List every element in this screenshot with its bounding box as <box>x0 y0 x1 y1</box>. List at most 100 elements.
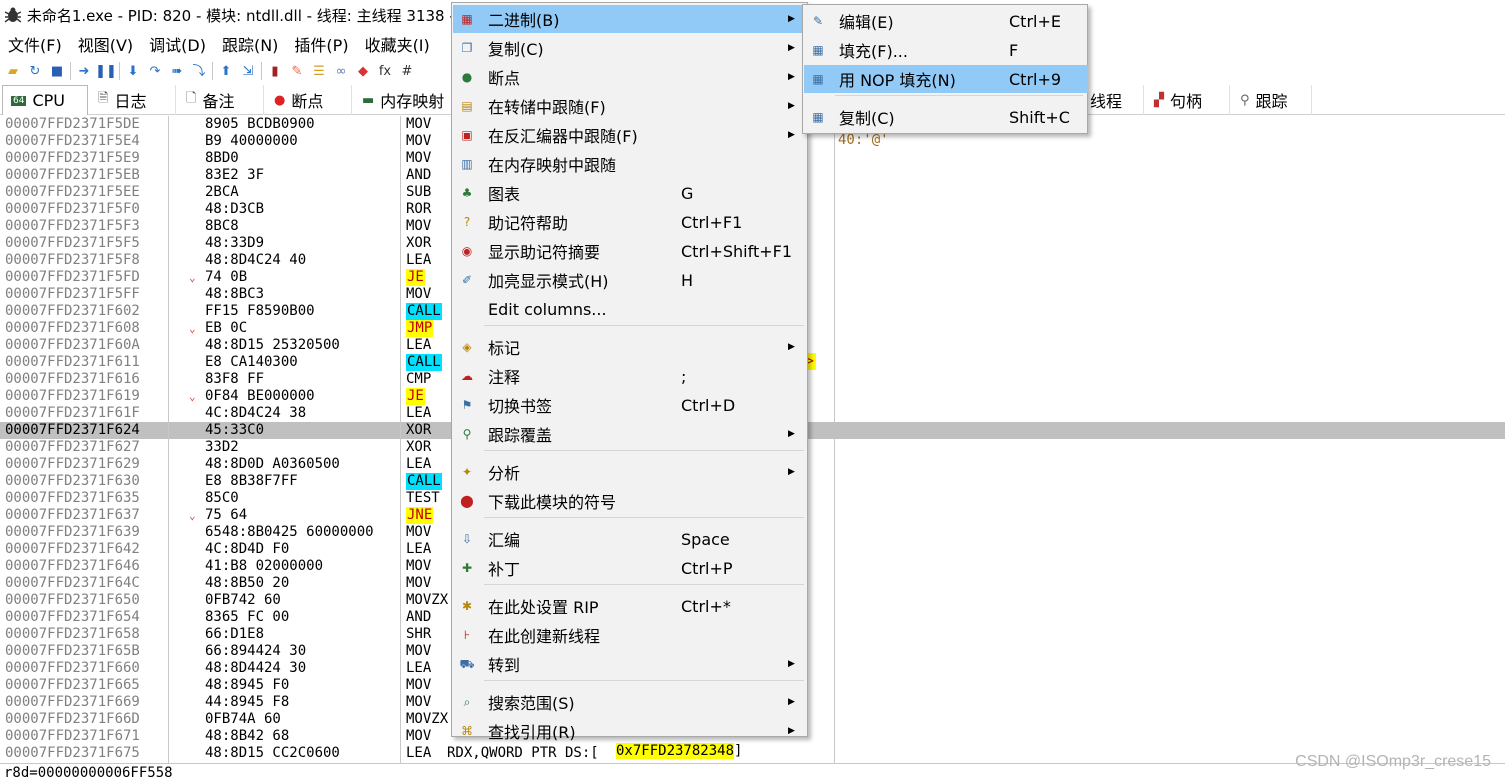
menu-item-21[interactable]: ⛟ 转到 ▶ <box>453 650 808 678</box>
bytes-cell: 41:B8 02000000 <box>205 558 324 574</box>
mnemonic-cell: MOV <box>406 575 432 591</box>
address-cell: 00007FFD2371F642 <box>5 541 140 557</box>
step-into-icon[interactable]: ⬇ <box>124 62 142 80</box>
menu-view[interactable]: 视图(V) <box>70 32 141 56</box>
bytes-cell: 4C:8D4D F0 <box>205 541 290 557</box>
tab-notes[interactable]: 🗋 备注 <box>178 85 264 115</box>
address-cell: 00007FFD2371F627 <box>5 439 140 455</box>
menu-plugins[interactable]: 插件(P) <box>286 32 356 56</box>
column-divider <box>400 116 401 763</box>
menu-debug[interactable]: 调试(D) <box>141 32 214 56</box>
address-cell: 00007FFD2371F5DE <box>5 116 140 132</box>
address-cell: 00007FFD2371F5FF <box>5 286 140 302</box>
script-icon[interactable]: ▮ <box>266 62 284 80</box>
toolbar-separator <box>212 62 213 80</box>
bytes-cell: 8BC8 <box>205 218 239 234</box>
menu-item-8[interactable]: ◉ 显示助记符摘要 Ctrl+Shift+F1 <box>453 237 808 265</box>
menu-item-0[interactable]: ▦ 二进制(B) ▶ <box>453 5 808 33</box>
menu-item-label: 转到 <box>488 656 521 675</box>
trace-into-icon[interactable]: ➠ <box>168 62 186 80</box>
mnemonic-cell: XOR <box>406 235 432 251</box>
menu-item-7[interactable]: ? 助记符帮助 Ctrl+F1 <box>453 208 808 236</box>
pause-icon[interactable]: ❚❚ <box>95 62 117 80</box>
status-bar: r8d=00000000006FF558 <box>0 763 1505 783</box>
address-cell: 00007FFD2371F616 <box>5 371 140 387</box>
jump-indicator-icon: ⌄ <box>189 322 196 335</box>
link-icon[interactable]: ∞ <box>332 62 350 80</box>
run-to-user-code-icon[interactable]: ⇲ <box>239 62 257 80</box>
submenu-item-1[interactable]: ▦ 填充(F)... F <box>804 36 1088 64</box>
step-over-icon[interactable]: ↷ <box>146 62 164 80</box>
mnemonic-cell: CALL <box>406 354 442 371</box>
hash-icon[interactable]: # <box>398 62 416 80</box>
trace-over-icon[interactable]: ⤵ <box>190 62 208 80</box>
highlight-icon: ✐ <box>461 273 473 287</box>
bug-icon <box>4 7 22 23</box>
menu-item-13[interactable]: ⚑ 切换书签 Ctrl+D <box>453 391 808 419</box>
tab-log[interactable]: 🗎 日志 <box>90 85 176 115</box>
menu-item-shortcut: Ctrl+Shift+F1 <box>681 241 793 261</box>
open-folder-icon[interactable]: ▰ <box>4 62 22 80</box>
tab-threads[interactable]: 线程 <box>1088 85 1144 115</box>
submenu-item-0[interactable]: ✎ 编辑(E) Ctrl+E <box>804 7 1088 35</box>
run-icon[interactable]: ➜ <box>75 62 93 80</box>
mnemonic-cell: JNE <box>406 507 434 524</box>
menu-item-10[interactable]: Edit columns... <box>453 295 808 323</box>
menu-item-16[interactable]: ⬤ 下载此模块的符号 <box>453 487 808 515</box>
menu-item-19[interactable]: ✱ 在此处设置 RIP Ctrl+* <box>453 592 808 620</box>
menu-item-3[interactable]: ▤ 在转储中跟随(F) ▶ <box>453 92 808 120</box>
find-references-icon: ⌘ <box>461 724 473 738</box>
menu-item-11[interactable]: ◈ 标记 ▶ <box>453 333 808 361</box>
breakpoint-icon: ● <box>274 92 286 108</box>
menu-separator <box>484 450 804 451</box>
tab-breakpoints[interactable]: ● 断点 <box>266 85 352 115</box>
menu-item-15[interactable]: ✦ 分析 ▶ <box>453 458 808 486</box>
menu-item-2[interactable]: ● 断点 ▶ <box>453 63 808 91</box>
comment-icon[interactable]: ☰ <box>310 62 328 80</box>
menu-file[interactable]: 文件(F) <box>0 32 70 56</box>
menu-item-1[interactable]: ❐ 复制(C) ▶ <box>453 34 808 62</box>
execute-till-return-icon[interactable]: ⬆ <box>217 62 235 80</box>
restart-icon[interactable]: ↻ <box>26 62 44 80</box>
tab-cpu[interactable]: 64 CPU <box>2 85 88 115</box>
tab-trace[interactable]: ⚲ 跟踪 <box>1232 85 1312 115</box>
menu-item-20[interactable]: ⊦ 在此创建新线程 <box>453 621 808 649</box>
stop-icon[interactable]: ■ <box>48 62 66 80</box>
menu-item-label: 标记 <box>488 339 521 358</box>
menu-item-14[interactable]: ⚲ 跟踪覆盖 ▶ <box>453 420 808 448</box>
menu-item-9[interactable]: ✐ 加亮显示模式(H) H <box>453 266 808 294</box>
breakpoint-tag-icon[interactable]: ◆ <box>354 62 372 80</box>
address-cell: 00007FFD2371F60A <box>5 337 140 353</box>
menu-item-label: 加亮显示模式(H) <box>488 272 609 291</box>
menu-trace[interactable]: 跟踪(N) <box>214 32 286 56</box>
menu-item-17[interactable]: ⇩ 汇编 Space <box>453 525 808 553</box>
tab-memory-map[interactable]: ▬ 内存映射 <box>354 85 452 115</box>
toolbar: ▰ ↻ ■ ➜ ❚❚ ⬇ ↷ ➠ ⤵ ⬆ ⇲ ▮ ✎ ☰ ∞ ◆ fx # <box>0 58 452 84</box>
bytes-cell: 74 0B <box>205 269 248 285</box>
mnemonic-cell: JE <box>406 388 425 405</box>
search-icon: ⌕ <box>463 695 471 709</box>
menu-item-5[interactable]: ▥ 在内存映射中跟随 <box>453 150 808 178</box>
bytes-cell: 44:8945 F8 <box>205 694 290 710</box>
menu-item-6[interactable]: ♣ 图表 G <box>453 179 808 207</box>
mnemonic-cell: JMP <box>406 320 434 337</box>
pointer-address[interactable]: 0x7FFD23782348 <box>616 743 735 759</box>
window-title: 未命名1.exe - PID: 820 - 模块: ntdll.dll - 线程… <box>26 6 452 25</box>
address-cell: 00007FFD2371F675 <box>5 745 140 761</box>
mnemonic-cell: LEA <box>406 745 432 761</box>
function-icon[interactable]: fx <box>376 62 394 80</box>
menu-favourites[interactable]: 收藏夹(I) <box>357 32 438 56</box>
patch-icon[interactable]: ✎ <box>288 62 306 80</box>
bytes-cell: B9 40000000 <box>205 133 298 149</box>
menu-item-4[interactable]: ▣ 在反汇编器中跟随(F) ▶ <box>453 121 808 149</box>
submenu-item-3[interactable]: ▦ 复制(C) Shift+C <box>804 103 1088 131</box>
menu-item-23[interactable]: ⌘ 查找引用(R) ▶ <box>453 717 808 745</box>
mnemonic-cell: AND <box>406 167 432 183</box>
menu-item-22[interactable]: ⌕ 搜索范围(S) ▶ <box>453 688 808 716</box>
menu-item-18[interactable]: ✚ 补丁 Ctrl+P <box>453 554 808 582</box>
tab-handles[interactable]: ▞ 句柄 <box>1146 85 1230 115</box>
mnemonic-cell: SHR <box>406 626 432 642</box>
jump-indicator-icon: ⌄ <box>189 271 196 284</box>
submenu-item-2[interactable]: ▦ 用 NOP 填充(N) Ctrl+9 <box>804 65 1088 93</box>
menu-item-12[interactable]: ☁ 注释; <box>453 362 808 390</box>
